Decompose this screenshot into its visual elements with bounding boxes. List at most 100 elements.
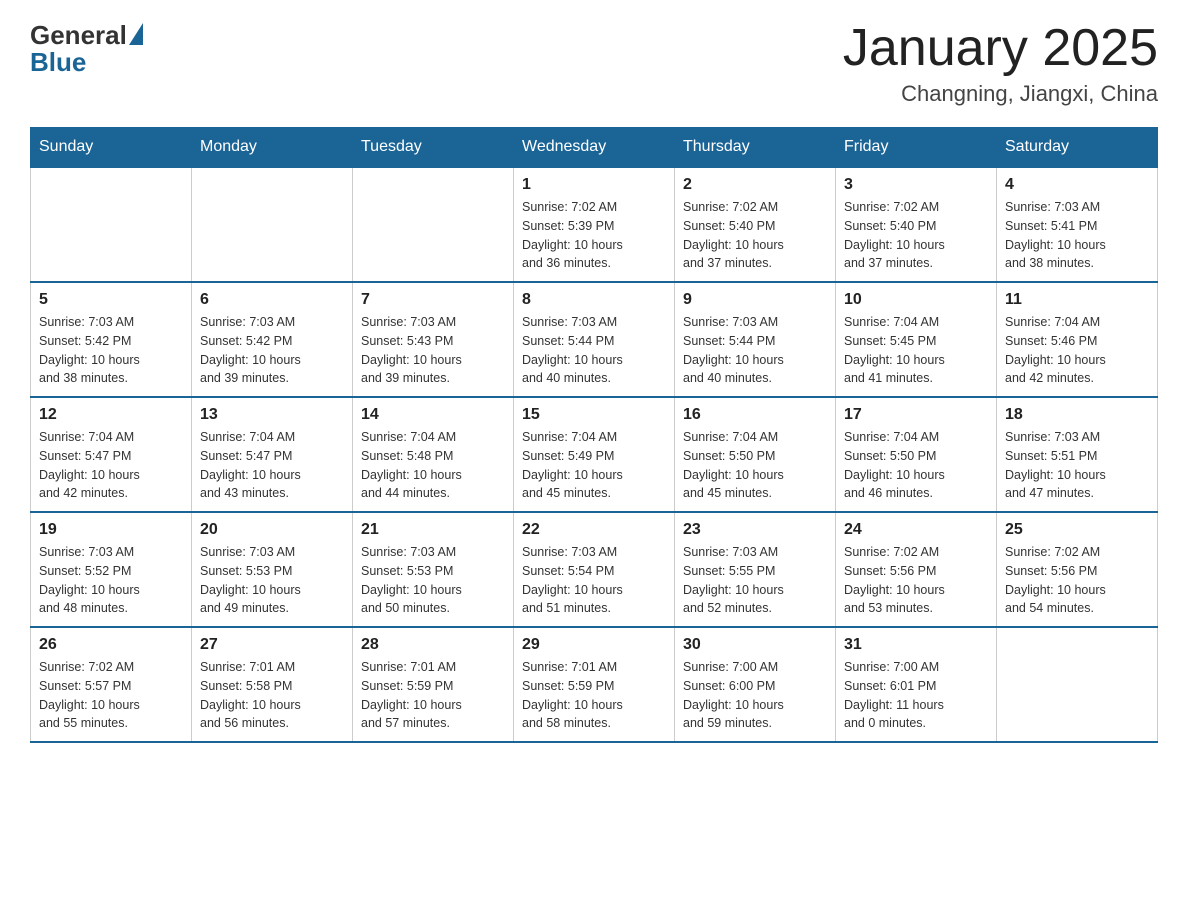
calendar-cell: 10 Sunrise: 7:04 AMSunset: 5:45 PMDayligh… [836, 282, 997, 397]
day-info: Sunrise: 7:03 AMSunset: 5:53 PMDaylight:… [200, 543, 344, 618]
calendar-cell: 2 Sunrise: 7:02 AMSunset: 5:40 PMDaylight… [675, 167, 836, 282]
calendar-header-sunday: Sunday [31, 128, 192, 168]
day-info: Sunrise: 7:03 AMSunset: 5:43 PMDaylight:… [361, 313, 505, 388]
day-number: 14 [361, 406, 505, 424]
day-number: 6 [200, 291, 344, 309]
calendar-cell: 16 Sunrise: 7:04 AMSunset: 5:50 PMDayligh… [675, 397, 836, 512]
day-number: 3 [844, 176, 988, 194]
day-info: Sunrise: 7:04 AMSunset: 5:50 PMDaylight:… [683, 428, 827, 503]
day-info: Sunrise: 7:04 AMSunset: 5:50 PMDaylight:… [844, 428, 988, 503]
day-number: 12 [39, 406, 183, 424]
day-number: 19 [39, 521, 183, 539]
day-number: 5 [39, 291, 183, 309]
day-number: 20 [200, 521, 344, 539]
calendar-cell: 20 Sunrise: 7:03 AMSunset: 5:53 PMDayligh… [192, 512, 353, 627]
calendar-cell: 15 Sunrise: 7:04 AMSunset: 5:49 PMDayligh… [514, 397, 675, 512]
calendar-table: SundayMondayTuesdayWednesdayThursdayFrid… [30, 127, 1158, 743]
calendar-cell: 27 Sunrise: 7:01 AMSunset: 5:58 PMDayligh… [192, 627, 353, 742]
day-number: 4 [1005, 176, 1149, 194]
calendar-header-wednesday: Wednesday [514, 128, 675, 168]
day-number: 18 [1005, 406, 1149, 424]
day-info: Sunrise: 7:03 AMSunset: 5:42 PMDaylight:… [200, 313, 344, 388]
day-info: Sunrise: 7:03 AMSunset: 5:54 PMDaylight:… [522, 543, 666, 618]
calendar-cell: 1 Sunrise: 7:02 AMSunset: 5:39 PMDaylight… [514, 167, 675, 282]
logo-text-blue: Blue [30, 47, 86, 78]
calendar-cell [997, 627, 1158, 742]
calendar-cell: 31Sunrise: 7:00 AMSunset: 6:01 PMDayligh… [836, 627, 997, 742]
day-info: Sunrise: 7:04 AMSunset: 5:46 PMDaylight:… [1005, 313, 1149, 388]
calendar-cell: 25 Sunrise: 7:02 AMSunset: 5:56 PMDayligh… [997, 512, 1158, 627]
day-info: Sunrise: 7:01 AMSunset: 5:59 PMDaylight:… [522, 658, 666, 733]
day-number: 8 [522, 291, 666, 309]
day-number: 10 [844, 291, 988, 309]
calendar-cell: 21 Sunrise: 7:03 AMSunset: 5:53 PMDayligh… [353, 512, 514, 627]
calendar-cell: 19 Sunrise: 7:03 AMSunset: 5:52 PMDayligh… [31, 512, 192, 627]
calendar-cell: 14Sunrise: 7:04 AMSunset: 5:48 PMDayligh… [353, 397, 514, 512]
day-number: 27 [200, 636, 344, 654]
calendar-header-thursday: Thursday [675, 128, 836, 168]
calendar-cell: 24 Sunrise: 7:02 AMSunset: 5:56 PMDayligh… [836, 512, 997, 627]
day-info: Sunrise: 7:03 AMSunset: 5:44 PMDaylight:… [683, 313, 827, 388]
calendar-cell [353, 167, 514, 282]
day-info: Sunrise: 7:04 AMSunset: 5:47 PMDaylight:… [39, 428, 183, 503]
day-number: 2 [683, 176, 827, 194]
day-info: Sunrise: 7:03 AMSunset: 5:55 PMDaylight:… [683, 543, 827, 618]
calendar-header-saturday: Saturday [997, 128, 1158, 168]
day-info: Sunrise: 7:03 AMSunset: 5:42 PMDaylight:… [39, 313, 183, 388]
calendar-cell: 18 Sunrise: 7:03 AMSunset: 5:51 PMDayligh… [997, 397, 1158, 512]
day-info: Sunrise: 7:04 AMSunset: 5:47 PMDaylight:… [200, 428, 344, 503]
day-number: 25 [1005, 521, 1149, 539]
day-number: 11 [1005, 291, 1149, 309]
day-info: Sunrise: 7:03 AMSunset: 5:52 PMDaylight:… [39, 543, 183, 618]
day-info: Sunrise: 7:00 AMSunset: 6:01 PMDaylight:… [844, 658, 988, 733]
day-info: Sunrise: 7:04 AMSunset: 5:45 PMDaylight:… [844, 313, 988, 388]
day-info: Sunrise: 7:03 AMSunset: 5:41 PMDaylight:… [1005, 198, 1149, 273]
day-info: Sunrise: 7:00 AMSunset: 6:00 PMDaylight:… [683, 658, 827, 733]
day-number: 7 [361, 291, 505, 309]
day-info: Sunrise: 7:02 AMSunset: 5:56 PMDaylight:… [844, 543, 988, 618]
calendar-header-tuesday: Tuesday [353, 128, 514, 168]
location-title: Changning, Jiangxi, China [843, 81, 1158, 107]
calendar-cell: 12 Sunrise: 7:04 AMSunset: 5:47 PMDayligh… [31, 397, 192, 512]
calendar-cell: 29 Sunrise: 7:01 AMSunset: 5:59 PMDayligh… [514, 627, 675, 742]
calendar-header-row: SundayMondayTuesdayWednesdayThursdayFrid… [31, 128, 1158, 168]
day-info: Sunrise: 7:04 AMSunset: 5:49 PMDaylight:… [522, 428, 666, 503]
calendar-header-friday: Friday [836, 128, 997, 168]
calendar-cell: 7 Sunrise: 7:03 AMSunset: 5:43 PMDaylight… [353, 282, 514, 397]
calendar-cell [31, 167, 192, 282]
calendar-cell: 26Sunrise: 7:02 AMSunset: 5:57 PMDayligh… [31, 627, 192, 742]
calendar-week-row: 19 Sunrise: 7:03 AMSunset: 5:52 PMDayligh… [31, 512, 1158, 627]
calendar-cell: 9 Sunrise: 7:03 AMSunset: 5:44 PMDaylight… [675, 282, 836, 397]
day-number: 13 [200, 406, 344, 424]
calendar-cell: 13 Sunrise: 7:04 AMSunset: 5:47 PMDayligh… [192, 397, 353, 512]
calendar-cell: 23Sunrise: 7:03 AMSunset: 5:55 PMDayligh… [675, 512, 836, 627]
calendar-header-monday: Monday [192, 128, 353, 168]
logo: General Blue [30, 20, 143, 78]
day-info: Sunrise: 7:03 AMSunset: 5:44 PMDaylight:… [522, 313, 666, 388]
calendar-cell: 5 Sunrise: 7:03 AMSunset: 5:42 PMDaylight… [31, 282, 192, 397]
day-info: Sunrise: 7:02 AMSunset: 5:39 PMDaylight:… [522, 198, 666, 273]
calendar-week-row: 1 Sunrise: 7:02 AMSunset: 5:39 PMDaylight… [31, 167, 1158, 282]
day-info: Sunrise: 7:01 AMSunset: 5:59 PMDaylight:… [361, 658, 505, 733]
day-number: 21 [361, 521, 505, 539]
calendar-cell: 8 Sunrise: 7:03 AMSunset: 5:44 PMDaylight… [514, 282, 675, 397]
day-info: Sunrise: 7:03 AMSunset: 5:53 PMDaylight:… [361, 543, 505, 618]
day-number: 16 [683, 406, 827, 424]
day-number: 17 [844, 406, 988, 424]
day-info: Sunrise: 7:01 AMSunset: 5:58 PMDaylight:… [200, 658, 344, 733]
day-number: 1 [522, 176, 666, 194]
day-info: Sunrise: 7:02 AMSunset: 5:40 PMDaylight:… [683, 198, 827, 273]
calendar-cell: 17 Sunrise: 7:04 AMSunset: 5:50 PMDayligh… [836, 397, 997, 512]
calendar-week-row: 5 Sunrise: 7:03 AMSunset: 5:42 PMDaylight… [31, 282, 1158, 397]
day-number: 24 [844, 521, 988, 539]
page-header: General Blue January 2025 Changning, Jia… [30, 20, 1158, 107]
day-info: Sunrise: 7:02 AMSunset: 5:57 PMDaylight:… [39, 658, 183, 733]
day-number: 29 [522, 636, 666, 654]
day-number: 22 [522, 521, 666, 539]
day-info: Sunrise: 7:03 AMSunset: 5:51 PMDaylight:… [1005, 428, 1149, 503]
day-number: 15 [522, 406, 666, 424]
day-info: Sunrise: 7:02 AMSunset: 5:56 PMDaylight:… [1005, 543, 1149, 618]
title-section: January 2025 Changning, Jiangxi, China [843, 20, 1158, 107]
day-info: Sunrise: 7:02 AMSunset: 5:40 PMDaylight:… [844, 198, 988, 273]
day-number: 9 [683, 291, 827, 309]
